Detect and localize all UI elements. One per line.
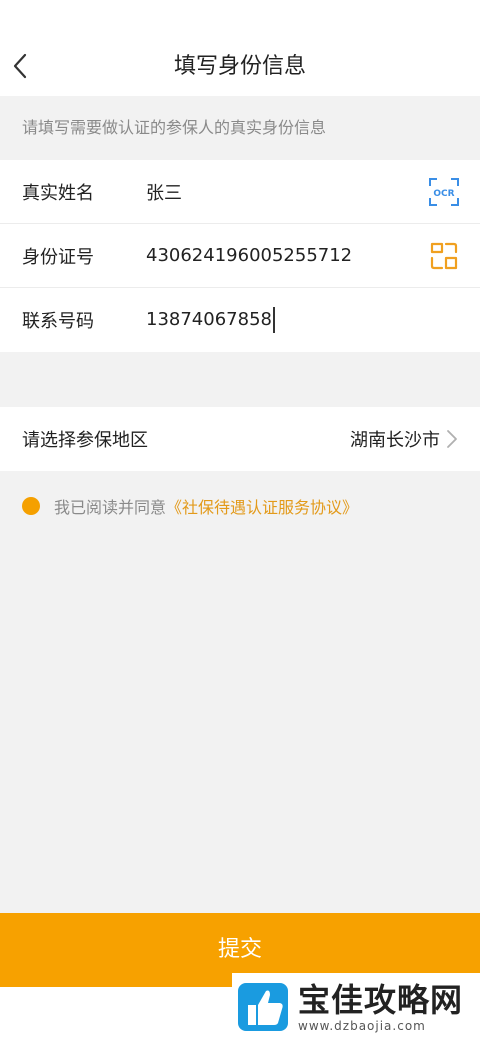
- region-selector[interactable]: 请选择参保地区 湖南长沙市: [0, 407, 480, 471]
- page-title: 填写身份信息: [173, 54, 306, 79]
- id-number-label: 身份证号: [22, 246, 94, 268]
- phone-input[interactable]: 13874067858: [146, 307, 480, 333]
- watermark: 宝佳攻略网 www.dzbaojia.com: [232, 973, 480, 1040]
- agreement-row: 我已阅读并同意 《社保待遇认证服务协议》: [22, 494, 358, 518]
- chevron-right-icon: [447, 430, 457, 448]
- agreement-link[interactable]: 《社保待遇认证服务协议》: [166, 494, 358, 518]
- instruction-hint: 请填写需要做认证的参保人的真实身份信息: [22, 118, 327, 137]
- svg-text:OCR: OCR: [433, 189, 454, 199]
- top-bar: 填写身份信息: [0, 0, 480, 96]
- id-number-row: 身份证号 430624196005255712: [0, 224, 480, 288]
- phone-row: 联系号码 13874067858: [0, 288, 480, 352]
- region-value: 湖南长沙市: [350, 430, 440, 451]
- agreement-checkbox[interactable]: [22, 497, 40, 515]
- region-label: 请选择参保地区: [22, 430, 148, 451]
- thumbs-up-logo-icon: [238, 982, 288, 1031]
- watermark-url: www.dzbaojia.com: [298, 1018, 426, 1033]
- phone-label: 联系号码: [22, 311, 94, 332]
- name-label: 真实姓名: [22, 182, 94, 204]
- scan-icon[interactable]: [428, 240, 460, 272]
- phone-value: 13874067858: [146, 309, 272, 330]
- watermark-text: 宝佳攻略网: [298, 980, 464, 1019]
- name-row: 真实姓名 张三 OCR: [0, 160, 480, 224]
- ocr-scan-icon[interactable]: OCR: [428, 176, 460, 208]
- agreement-text: 我已阅读并同意: [54, 498, 167, 517]
- text-cursor: [272, 307, 275, 333]
- identity-form: 真实姓名 张三 OCR 身份证号 430624196005255712 联系号码…: [0, 160, 480, 352]
